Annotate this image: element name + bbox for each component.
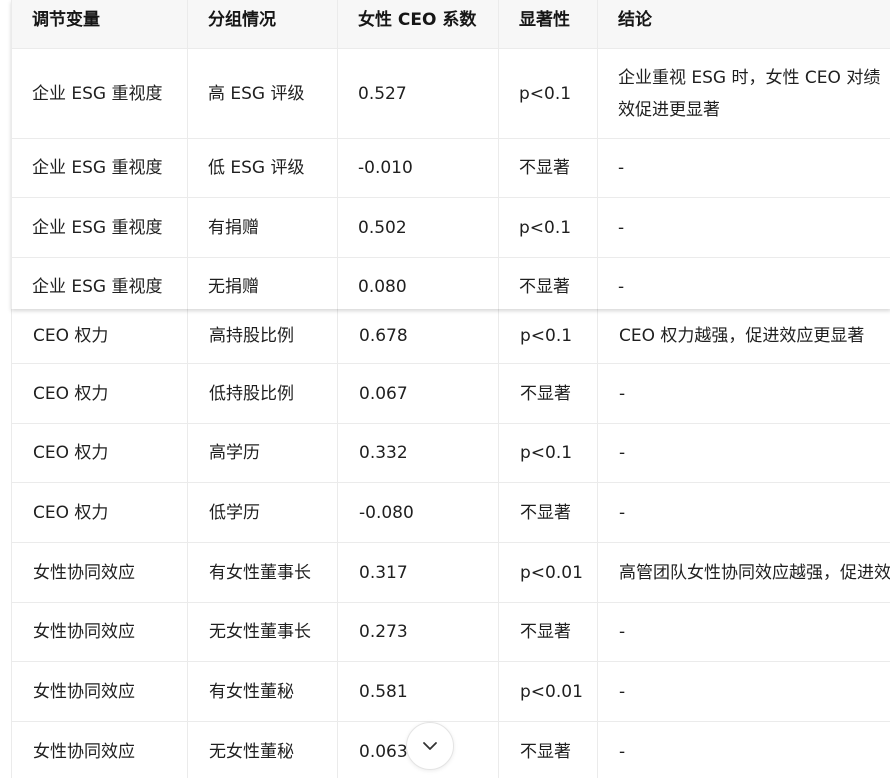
table-row: 企业 ESG 重视度 低 ESG 评级 -0.010 不显著 - — [12, 139, 890, 198]
cell-coefficient: 0.273 — [338, 603, 499, 661]
cell-group: 低 ESG 评级 — [188, 139, 338, 197]
cell-moderator: CEO 权力 — [12, 424, 188, 482]
table-row: 女性协同效应 无女性董事长 0.273 不显著 - — [12, 603, 890, 662]
cell-moderator: 企业 ESG 重视度 — [12, 49, 188, 138]
cell-significance: p<0.1 — [499, 49, 598, 138]
cell-moderator: 女性协同效应 — [12, 543, 188, 602]
cell-significance: 不显著 — [499, 258, 598, 309]
regression-table-lower: CEO 权力 高持股比例 0.678 p<0.1 CEO 权力越强，促进效应更显… — [11, 309, 890, 778]
chat-viewport: 调节变量 分组情况 女性 CEO 系数 显著性 结论 企业 ESG 重视度 高 … — [0, 0, 890, 778]
cell-significance: 不显著 — [499, 603, 598, 661]
cell-moderator: 女性协同效应 — [12, 722, 188, 778]
cell-moderator: CEO 权力 — [12, 364, 188, 423]
cell-coefficient: 0.527 — [338, 49, 499, 138]
cell-coefficient: 0.317 — [338, 543, 499, 602]
chevron-down-icon — [423, 742, 437, 750]
header-cell-moderator: 调节变量 — [12, 0, 188, 48]
cell-significance: 不显著 — [499, 722, 598, 778]
cell-group: 高 ESG 评级 — [188, 49, 338, 138]
cell-conclusion: 高管团队女性协同效应越强，促进效应越显著 — [619, 562, 890, 583]
cell-group: 高学历 — [188, 424, 338, 482]
cell-group: 有捐赠 — [188, 198, 338, 257]
cell-coefficient: 0.332 — [338, 424, 499, 482]
cell-significance: p<0.1 — [499, 424, 598, 482]
cell-conclusion: - — [618, 277, 625, 297]
table-row: CEO 权力 低学历 -0.080 不显著 - — [12, 483, 890, 543]
header-cell-conclusion: 结论 — [618, 10, 652, 30]
cell-significance: p<0.01 — [499, 543, 598, 602]
table-row: CEO 权力 高持股比例 0.678 p<0.1 CEO 权力越强，促进效应更显… — [12, 309, 890, 364]
cell-conclusion: - — [619, 681, 626, 702]
cell-significance: p<0.1 — [499, 198, 598, 257]
cell-conclusion-text: 企业重视 ESG 时，女性 CEO 对绩效促进更显著 — [618, 67, 881, 120]
cell-moderator: 女性协同效应 — [12, 603, 188, 661]
cell-group: 无女性董事长 — [188, 603, 338, 661]
cell-conclusion: - — [618, 158, 625, 178]
cell-group: 低学历 — [188, 483, 338, 542]
cell-group: 有女性董事长 — [188, 543, 338, 602]
cell-conclusion: - — [619, 741, 626, 762]
header-cell-group: 分组情况 — [188, 0, 338, 48]
table-row: CEO 权力 高学历 0.332 p<0.1 - — [12, 424, 890, 483]
cell-group: 无捐赠 — [188, 258, 338, 309]
regression-table-upper: 调节变量 分组情况 女性 CEO 系数 显著性 结论 企业 ESG 重视度 高 … — [11, 0, 890, 309]
cell-conclusion: - — [619, 383, 626, 404]
cell-group: 有女性董秘 — [188, 662, 338, 721]
cell-moderator: CEO 权力 — [12, 309, 188, 363]
cell-conclusion: - — [619, 622, 626, 642]
cell-coefficient: -0.080 — [338, 483, 499, 542]
table-scroll-area[interactable]: 调节变量 分组情况 女性 CEO 系数 显著性 结论 企业 ESG 重视度 高 … — [0, 0, 890, 778]
cell-group: 高持股比例 — [188, 309, 338, 363]
cell-significance: 不显著 — [499, 139, 598, 197]
table-row: 女性协同效应 有女性董秘 0.581 p<0.01 - — [12, 662, 890, 722]
cell-conclusion: CEO 权力越强，促进效应更显著 — [619, 326, 865, 346]
table-row: 企业 ESG 重视度 有捐赠 0.502 p<0.1 - — [12, 198, 890, 258]
cell-coefficient: 0.067 — [338, 364, 499, 423]
cell-coefficient: 0.080 — [338, 258, 499, 309]
cell-conclusion: - — [618, 217, 625, 238]
cell-conclusion: - — [619, 443, 626, 463]
cell-conclusion: 企业重视 ESG 时，女性 CEO 对绩效促进更显著 — [598, 49, 890, 138]
cell-moderator: 企业 ESG 重视度 — [12, 139, 188, 197]
cell-moderator: CEO 权力 — [12, 483, 188, 542]
cell-significance: p<0.1 — [499, 309, 598, 363]
cell-conclusion: - — [619, 502, 626, 523]
cell-significance: p<0.01 — [499, 662, 598, 721]
table-row: 女性协同效应 有女性董事长 0.317 p<0.01 高管团队女性协同效应越强，… — [12, 543, 890, 603]
header-cell-coefficient: 女性 CEO 系数 — [338, 0, 499, 48]
cell-moderator: 企业 ESG 重视度 — [12, 258, 188, 309]
cell-coefficient: 0.502 — [338, 198, 499, 257]
header-cell-significance: 显著性 — [499, 0, 598, 48]
table-row: 企业 ESG 重视度 无捐赠 0.080 不显著 - — [12, 258, 890, 309]
cell-coefficient: -0.010 — [338, 139, 499, 197]
cell-coefficient: 0.581 — [338, 662, 499, 721]
table-row: 企业 ESG 重视度 高 ESG 评级 0.527 p<0.1 企业重视 ESG… — [12, 49, 890, 139]
table-row: CEO 权力 低持股比例 0.067 不显著 - — [12, 364, 890, 424]
cell-group: 低持股比例 — [188, 364, 338, 423]
cell-moderator: 女性协同效应 — [12, 662, 188, 721]
cell-coefficient: 0.678 — [338, 309, 499, 363]
table-header-row: 调节变量 分组情况 女性 CEO 系数 显著性 结论 — [12, 0, 890, 49]
cell-significance: 不显著 — [499, 483, 598, 542]
cell-group: 无女性董秘 — [188, 722, 338, 778]
cell-significance: 不显著 — [499, 364, 598, 423]
scroll-to-bottom-button[interactable] — [406, 722, 454, 770]
cell-moderator: 企业 ESG 重视度 — [12, 198, 188, 257]
